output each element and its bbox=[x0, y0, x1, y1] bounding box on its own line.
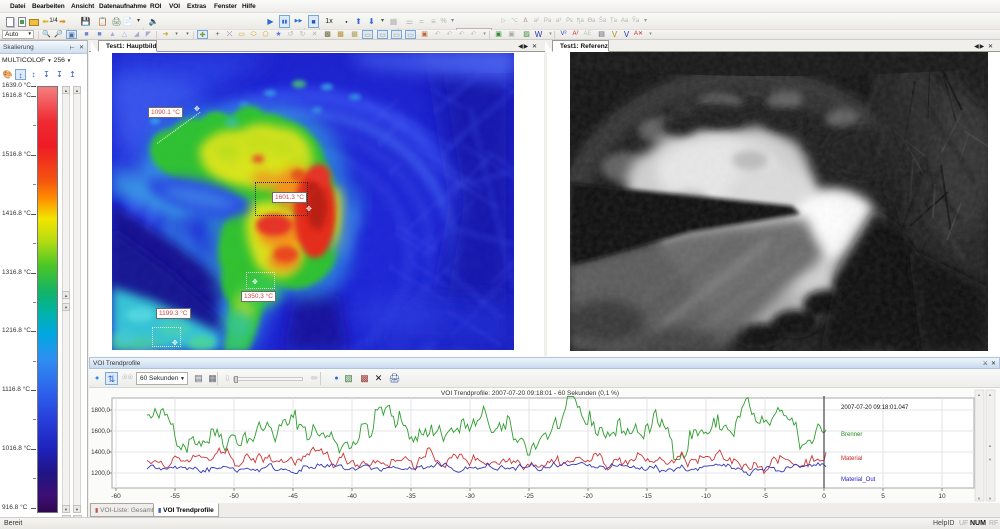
svg-text:-20: -20 bbox=[583, 493, 593, 500]
svg-text:1400,0: 1400,0 bbox=[91, 449, 110, 456]
svg-text:1200,0: 1200,0 bbox=[91, 470, 110, 477]
svg-text:-15: -15 bbox=[642, 493, 652, 500]
svg-text:-5: -5 bbox=[762, 493, 768, 500]
svg-text:▼: ▼ bbox=[988, 457, 992, 462]
svg-text:1600,0: 1600,0 bbox=[91, 428, 110, 435]
svg-text:-50: -50 bbox=[229, 493, 239, 500]
svg-text:-45: -45 bbox=[288, 493, 298, 500]
svg-text:Brenner: Brenner bbox=[841, 432, 862, 438]
svg-text:-35: -35 bbox=[406, 493, 416, 500]
svg-text:-55: -55 bbox=[170, 493, 180, 500]
svg-text:0: 0 bbox=[822, 493, 826, 500]
svg-text:▼: ▼ bbox=[977, 496, 981, 501]
svg-text:▲: ▲ bbox=[977, 392, 981, 397]
svg-text:-10: -10 bbox=[701, 493, 711, 500]
svg-text:-25: -25 bbox=[524, 493, 534, 500]
svg-text:-30: -30 bbox=[465, 493, 475, 500]
svg-text:-40: -40 bbox=[347, 493, 357, 500]
svg-text:Material_Out: Material_Out bbox=[841, 477, 876, 483]
svg-text:VOI Trendprofile: 2007-07-20 0: VOI Trendprofile: 2007-07-20 09:18:01 - … bbox=[441, 390, 619, 397]
svg-text:5: 5 bbox=[881, 493, 885, 500]
svg-text:▼: ▼ bbox=[988, 496, 992, 501]
svg-text:1800,0: 1800,0 bbox=[91, 407, 110, 414]
svg-text:▲: ▲ bbox=[988, 443, 992, 448]
svg-text:2007-07-20 09:18:01.047: 2007-07-20 09:18:01.047 bbox=[841, 405, 909, 411]
svg-text:10: 10 bbox=[938, 493, 946, 500]
svg-text:Material: Material bbox=[841, 456, 862, 462]
svg-text:▲: ▲ bbox=[988, 392, 992, 397]
svg-text:-60: -60 bbox=[111, 493, 121, 500]
